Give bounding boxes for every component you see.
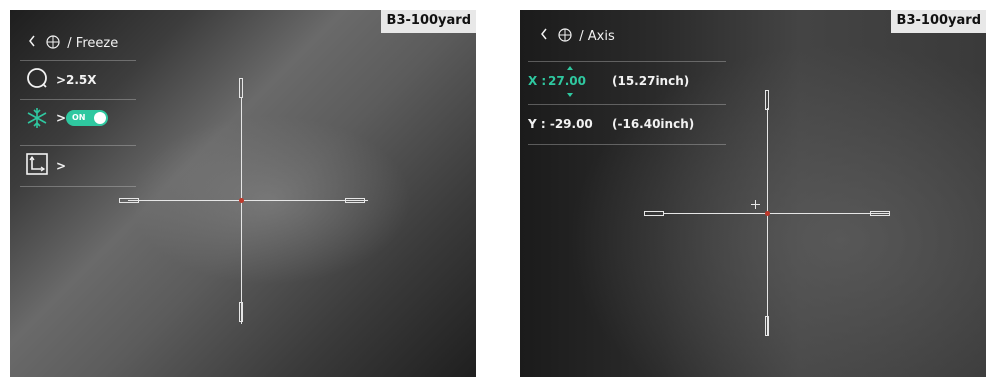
reticle-vertical-line <box>241 98 242 324</box>
toggle-knob <box>94 112 106 124</box>
title-text: / Freeze <box>67 36 119 51</box>
crosshair-circle-icon <box>46 35 60 54</box>
reticle-center-dot <box>765 211 770 216</box>
x-axis-row[interactable]: X : 27.00 (15.27inch) <box>528 66 726 102</box>
reticle-top-end <box>239 78 243 98</box>
x-value[interactable]: 27.00 <box>548 73 586 89</box>
original-zero-marker-icon <box>751 194 760 213</box>
divider <box>528 104 726 105</box>
reticle-right-end <box>345 198 365 203</box>
x-inch: (15.27inch) <box>612 74 690 88</box>
crosshair-circle-icon <box>558 28 572 47</box>
zoom-icon <box>26 67 48 93</box>
reticle-right-end <box>870 211 890 216</box>
title-text: / Axis <box>579 29 615 44</box>
reticle-left-end <box>644 211 664 216</box>
y-value[interactable]: Y : -29.00 <box>528 116 593 132</box>
divider <box>20 60 136 61</box>
preset-label: B3-100yard <box>380 10 476 33</box>
zoom-menu-item[interactable]: > 2.5X <box>20 64 136 96</box>
toggle-label: ON <box>72 113 86 122</box>
y-axis-row[interactable]: Y : -29.00 (-16.40inch) <box>528 107 726 141</box>
x-label: X : <box>528 74 547 88</box>
freeze-screen: B3-100yard / Freeze > 2.5X > ON > <box>10 10 476 377</box>
menu-arrow: > <box>56 111 67 125</box>
decrease-arrow-icon[interactable] <box>567 93 573 97</box>
reticle-top-end <box>765 90 769 110</box>
freeze-toggle[interactable]: ON <box>66 110 108 126</box>
zoom-value: 2.5X <box>66 73 97 87</box>
page-title: / Axis <box>540 28 615 47</box>
reticle-center-dot <box>239 198 244 203</box>
chevron-left-icon[interactable] <box>28 35 38 52</box>
divider <box>20 186 136 187</box>
reticle-horizontal-line <box>128 200 368 201</box>
reticle-bottom-end <box>765 316 769 336</box>
chevron-left-icon[interactable] <box>540 28 550 45</box>
reticle-vertical-line <box>767 108 768 336</box>
snowflake-icon <box>26 107 48 133</box>
increase-arrow-icon[interactable] <box>567 66 573 70</box>
reticle-bottom-end <box>239 302 243 322</box>
y-inch: (-16.40inch) <box>612 117 695 131</box>
page-title: / Freeze <box>28 35 118 54</box>
axis-icon <box>26 153 48 179</box>
freeze-menu-item[interactable]: > ON <box>20 102 136 134</box>
reticle-horizontal-line <box>664 213 890 214</box>
divider <box>20 145 136 146</box>
axis-menu-item[interactable]: > <box>20 148 136 184</box>
divider <box>528 61 726 62</box>
divider <box>20 99 136 100</box>
menu-arrow: > <box>56 159 67 173</box>
divider <box>528 144 726 145</box>
preset-label: B3-100yard <box>890 10 986 33</box>
axis-screen: B3-100yard / Axis X : 27.00 (15.27inch) … <box>520 10 986 377</box>
menu-arrow: > <box>56 73 67 87</box>
reticle-left-end <box>119 198 139 203</box>
